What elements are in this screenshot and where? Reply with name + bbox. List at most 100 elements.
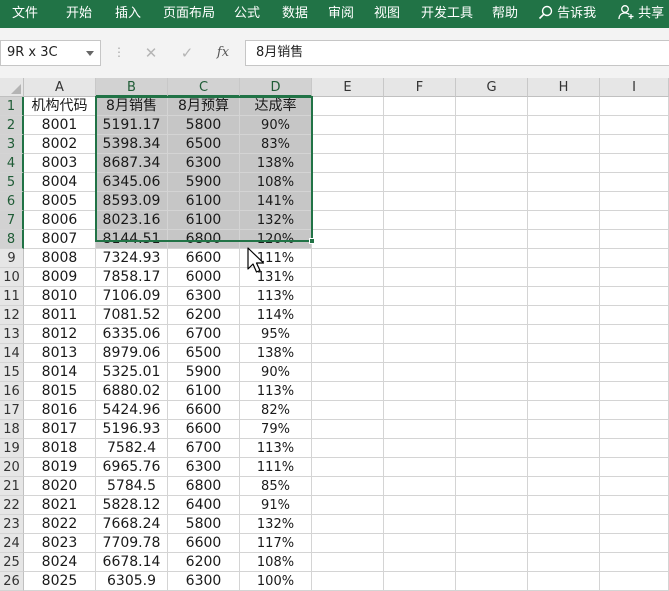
cell-c15[interactable]: 5900 <box>168 363 240 382</box>
cell-g12[interactable] <box>456 306 528 325</box>
cell-a13[interactable]: 8012 <box>24 325 96 344</box>
cell-c18[interactable]: 6600 <box>168 420 240 439</box>
cell-h23[interactable] <box>528 515 600 534</box>
cell-e1[interactable] <box>312 97 384 116</box>
row-header-3[interactable]: 3 <box>0 135 24 154</box>
cell-b14[interactable]: 8979.06 <box>96 344 168 363</box>
cell-h26[interactable] <box>528 572 600 591</box>
cell-h4[interactable] <box>528 154 600 173</box>
cell-d12[interactable]: 114% <box>240 306 312 325</box>
cell-e17[interactable] <box>312 401 384 420</box>
cell-e2[interactable] <box>312 116 384 135</box>
cell-d5[interactable]: 108% <box>240 173 312 192</box>
cell-f16[interactable] <box>384 382 456 401</box>
cell-c25[interactable]: 6200 <box>168 553 240 572</box>
cell-d10[interactable]: 131% <box>240 268 312 287</box>
cell-f14[interactable] <box>384 344 456 363</box>
row-header-11[interactable]: 11 <box>0 287 24 306</box>
cell-c7[interactable]: 6100 <box>168 211 240 230</box>
cell-c21[interactable]: 6800 <box>168 477 240 496</box>
row-header-14[interactable]: 14 <box>0 344 24 363</box>
cell-i2[interactable] <box>600 116 669 135</box>
cell-i16[interactable] <box>600 382 669 401</box>
cell-b18[interactable]: 5196.93 <box>96 420 168 439</box>
cell-h21[interactable] <box>528 477 600 496</box>
cell-f17[interactable] <box>384 401 456 420</box>
cell-g11[interactable] <box>456 287 528 306</box>
cell-e18[interactable] <box>312 420 384 439</box>
cell-f7[interactable] <box>384 211 456 230</box>
row-header-20[interactable]: 20 <box>0 458 24 477</box>
cell-d24[interactable]: 117% <box>240 534 312 553</box>
worksheet-grid[interactable]: A B C D E F G H I 1 机构代码 8月销售 8月预算 达成率 2 8001 5191.17 580… <box>0 78 669 591</box>
cell-g13[interactable] <box>456 325 528 344</box>
cell-h20[interactable] <box>528 458 600 477</box>
cell-g21[interactable] <box>456 477 528 496</box>
cell-c13[interactable]: 6700 <box>168 325 240 344</box>
cell-c9[interactable]: 6600 <box>168 249 240 268</box>
cell-b26[interactable]: 6305.9 <box>96 572 168 591</box>
cell-g3[interactable] <box>456 135 528 154</box>
cell-b1[interactable]: 8月销售 <box>96 97 168 116</box>
cell-f12[interactable] <box>384 306 456 325</box>
row-header-22[interactable]: 22 <box>0 496 24 515</box>
cell-i7[interactable] <box>600 211 669 230</box>
cell-d19[interactable]: 113% <box>240 439 312 458</box>
cell-h22[interactable] <box>528 496 600 515</box>
cell-a12[interactable]: 8011 <box>24 306 96 325</box>
cell-b11[interactable]: 7106.09 <box>96 287 168 306</box>
cell-d16[interactable]: 113% <box>240 382 312 401</box>
cell-d15[interactable]: 90% <box>240 363 312 382</box>
enter-check-icon[interactable]: ✓ <box>177 43 197 63</box>
cell-a4[interactable]: 8003 <box>24 154 96 173</box>
cell-e10[interactable] <box>312 268 384 287</box>
cell-a6[interactable]: 8005 <box>24 192 96 211</box>
cell-b6[interactable]: 8593.09 <box>96 192 168 211</box>
row-header-26[interactable]: 26 <box>0 572 24 591</box>
cell-i24[interactable] <box>600 534 669 553</box>
cell-i9[interactable] <box>600 249 669 268</box>
cell-e8[interactable] <box>312 230 384 249</box>
cell-e21[interactable] <box>312 477 384 496</box>
cell-a26[interactable]: 8025 <box>24 572 96 591</box>
cell-d14[interactable]: 138% <box>240 344 312 363</box>
cell-b25[interactable]: 6678.14 <box>96 553 168 572</box>
row-header-23[interactable]: 23 <box>0 515 24 534</box>
select-all-corner[interactable] <box>0 78 24 97</box>
cell-b21[interactable]: 5784.5 <box>96 477 168 496</box>
row-header-13[interactable]: 13 <box>0 325 24 344</box>
tab-formulas[interactable]: 公式 <box>234 0 260 28</box>
cell-b8[interactable]: 8144.51 <box>96 230 168 249</box>
cell-e13[interactable] <box>312 325 384 344</box>
row-header-10[interactable]: 10 <box>0 268 24 287</box>
cell-c26[interactable]: 6300 <box>168 572 240 591</box>
drag-handle-icon[interactable]: ⋮ <box>113 46 125 58</box>
cell-e11[interactable] <box>312 287 384 306</box>
column-header-h[interactable]: H <box>528 78 600 97</box>
cell-d9[interactable]: 111% <box>240 249 312 268</box>
cell-b23[interactable]: 7668.24 <box>96 515 168 534</box>
column-header-i[interactable]: I <box>600 78 669 97</box>
cell-f6[interactable] <box>384 192 456 211</box>
cell-d6[interactable]: 141% <box>240 192 312 211</box>
cell-f13[interactable] <box>384 325 456 344</box>
cell-i15[interactable] <box>600 363 669 382</box>
cell-g18[interactable] <box>456 420 528 439</box>
cell-e9[interactable] <box>312 249 384 268</box>
cell-f3[interactable] <box>384 135 456 154</box>
tab-developer[interactable]: 开发工具 <box>421 0 473 28</box>
tab-help[interactable]: 帮助 <box>492 0 518 28</box>
cell-b17[interactable]: 5424.96 <box>96 401 168 420</box>
cell-h12[interactable] <box>528 306 600 325</box>
cell-g16[interactable] <box>456 382 528 401</box>
column-header-g[interactable]: G <box>456 78 528 97</box>
cell-g10[interactable] <box>456 268 528 287</box>
cell-h24[interactable] <box>528 534 600 553</box>
cell-d23[interactable]: 132% <box>240 515 312 534</box>
cell-h18[interactable] <box>528 420 600 439</box>
cell-b20[interactable]: 6965.76 <box>96 458 168 477</box>
cell-b7[interactable]: 8023.16 <box>96 211 168 230</box>
cell-g7[interactable] <box>456 211 528 230</box>
row-header-7[interactable]: 7 <box>0 211 24 230</box>
cell-i22[interactable] <box>600 496 669 515</box>
